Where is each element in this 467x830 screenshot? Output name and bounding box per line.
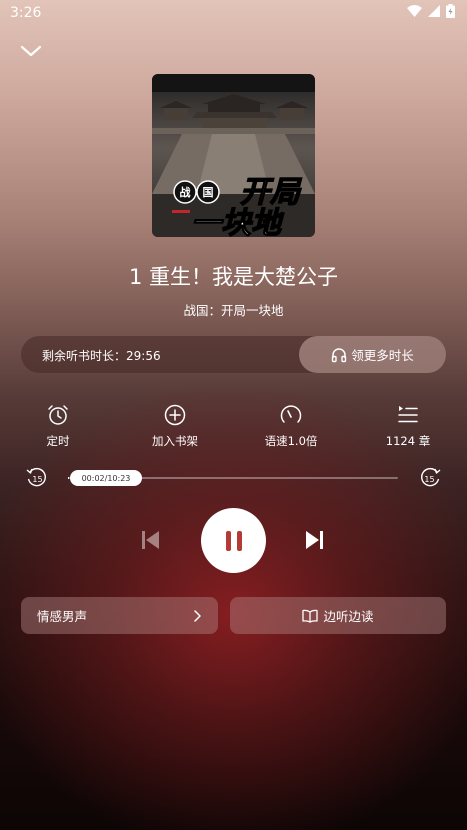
status-icons [407,4,455,18]
skip-back-15-button[interactable]: 15 [25,467,49,493]
add-to-shelf-button[interactable]: 加入书架 [135,402,215,449]
previous-chapter-button[interactable] [138,528,162,556]
rewind-15-icon: 15 [26,467,46,487]
status-bar: 3:26 [0,0,467,26]
cover-title-line1: 开局 [240,175,302,210]
listen-time-bar: 剩余听书时长：29:56 领更多时长 [21,336,446,373]
chapter-title: 1 重生！我是大楚公子 [128,265,339,289]
add-to-shelf-label: 加入书架 [152,434,198,448]
voice-label: 情感男声 [37,609,88,624]
cell-signal-icon [428,5,440,17]
chapter-list-icon [398,406,418,423]
get-more-time-button[interactable]: 领更多时长 [299,336,446,373]
chapter-list-button[interactable]: 1124 章 [368,402,448,449]
tool-row: 定时 加入书架 语速1.0倍 1124 章 [0,402,467,452]
forward-15-icon: 15 [421,467,441,487]
alarm-clock-icon [48,405,68,425]
skip-back-seconds: 15 [32,475,42,484]
speed-gauge-icon [280,405,302,423]
battery-icon [446,4,455,18]
status-time: 3:26 [10,5,42,21]
book-name[interactable]: 战国：开局一块地 [0,300,467,319]
skip-next-icon [306,531,323,549]
cover-art: 战 国 开局 一块地 [152,74,315,237]
pause-button[interactable] [201,508,266,573]
chevron-down-icon [20,45,42,57]
next-chapter-button[interactable] [303,528,327,556]
playback-controls [0,508,467,574]
skip-previous-icon [142,531,159,549]
skip-forward-seconds: 15 [424,475,434,484]
get-more-time-label: 领更多时长 [351,348,414,363]
book-cover[interactable]: 战 国 开局 一块地 [152,74,315,237]
open-book-icon [302,609,319,623]
timer-label: 定时 [46,434,70,448]
collapse-button[interactable] [18,40,44,62]
read-along-button[interactable]: 边听边读 [230,597,446,634]
wifi-icon [407,5,422,17]
progress-row: 15 00:02/10:23 15 [0,466,467,490]
cover-tag-2: 国 [203,186,214,199]
timer-button[interactable]: 定时 [18,402,98,449]
cover-tag-1: 战 [180,185,191,199]
voice-select-button[interactable]: 情感男声 [21,597,218,634]
skip-forward-15-button[interactable]: 15 [418,467,442,493]
progress-thumb[interactable]: 00:02/10:23 [70,470,142,486]
speed-label: 语速1.0倍 [264,434,318,448]
chevron-right-icon [194,609,201,622]
plus-circle-icon [164,404,186,426]
progress-fill [68,477,69,479]
speed-button[interactable]: 语速1.0倍 [251,402,331,449]
headphones-icon [332,347,347,362]
remaining-time-label: 剩余听书时长：29:56 [42,349,161,363]
chapter-count-label: 1124 章 [385,434,431,448]
cover-title-line2: 一块地 [191,206,285,237]
pause-icon [225,530,242,551]
read-along-label: 边听边读 [323,609,374,624]
